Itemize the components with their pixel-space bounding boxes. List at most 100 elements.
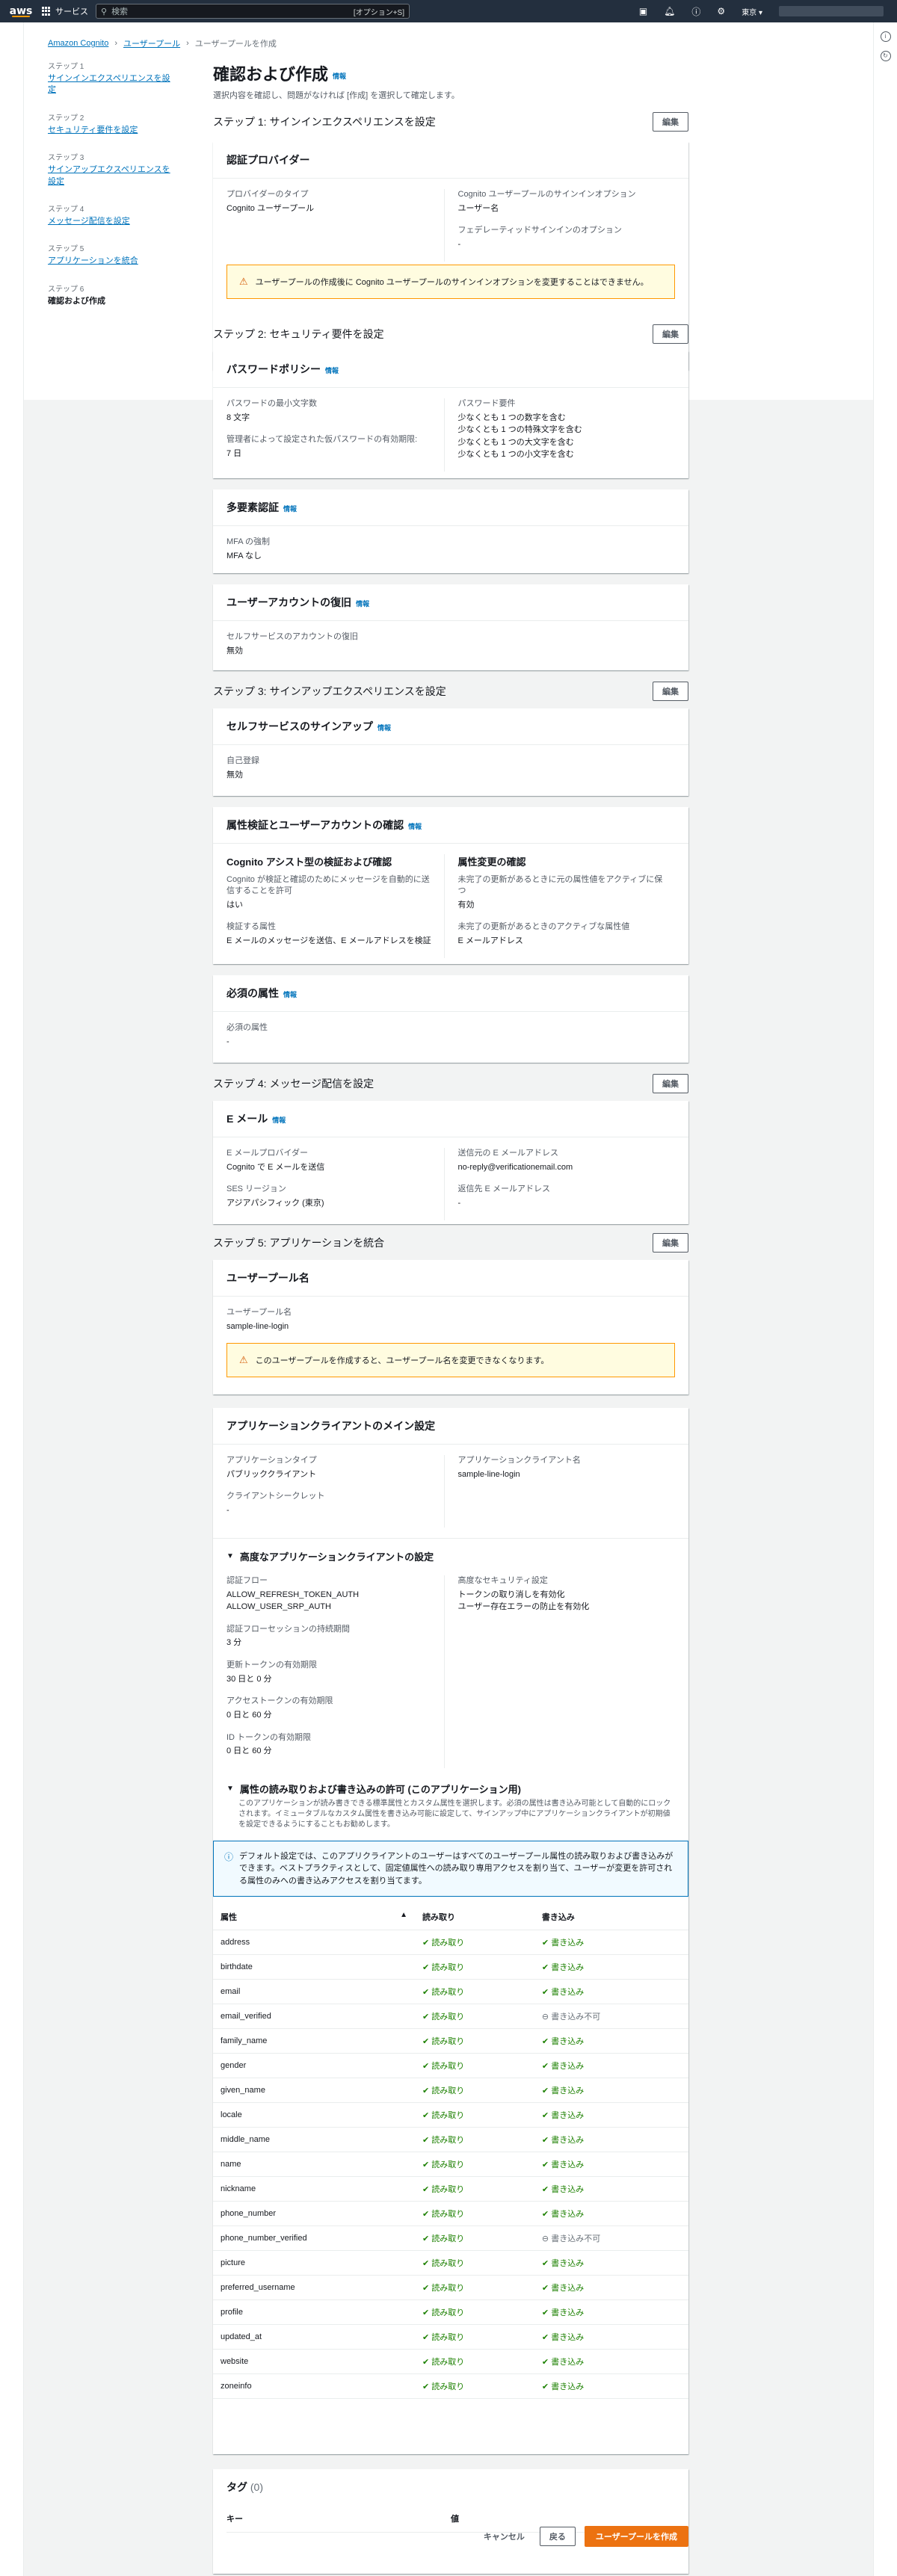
write-permission: ✔ 書き込み [534,2201,688,2227]
create-user-pool-button[interactable]: ユーザープールを作成 [584,2526,688,2547]
attribute-name: gender [213,2053,415,2079]
check-circle-icon: ✔ [422,2210,432,2220]
check-circle-icon: ✔ [541,2284,552,2294]
read-permission: ✔ 読み取り [415,2127,534,2153]
attribute-permissions-toggle[interactable]: ▼ 属性の読み取りおよび書き込みの許可 (このアプリケーション用) [226,1782,675,1796]
check-circle-icon: ✔ [541,2308,552,2318]
edit-step1-button[interactable]: 編集 [653,112,688,132]
check-circle-icon: ✔ [422,2185,432,2195]
write-permission: ✔ 書き込み [534,2349,688,2375]
info-link[interactable]: 情報 [377,724,391,732]
info-link[interactable]: 情報 [333,72,346,80]
table-row: phone_number ✔ 読み取り ✔ 書き込み [213,2201,688,2227]
read-permission: ✔ 読み取り [415,2053,534,2079]
info-link[interactable]: 情報 [283,991,297,998]
check-circle-icon: ✔ [422,2087,432,2096]
read-permission: ✔ 読み取り [415,2102,534,2128]
advanced-settings-toggle[interactable]: ▼ 高度なアプリケーションクライアントの設定 [226,1549,675,1563]
check-circle-icon: ✔ [422,2358,432,2367]
attribute-name: given_name [213,2078,415,2104]
edit-step3-button[interactable]: 編集 [653,682,688,701]
history-icon[interactable]: ↻ [880,51,891,61]
read-permission: ✔ 読み取り [415,2028,534,2054]
info-link[interactable]: 情報 [325,367,339,374]
edit-step4-button[interactable]: 編集 [653,1074,688,1093]
search-input[interactable]: ⚲ 検索 [オプション+S] [96,4,410,19]
read-permission: ✔ 読み取り [415,2176,534,2202]
table-row: email_verified ✔ 読み取り ⊖ 書き込み不可 [213,2004,688,2030]
left-rail [0,22,24,2576]
write-permission: ⊖ 書き込み不可 [534,2004,688,2030]
check-circle-icon: ✔ [422,2308,432,2318]
user-pool-name-card: ユーザープール名 ユーザープール名 sample-line-login ⚠ このユー… [213,1260,688,1394]
write-permission: ✔ 書き込み [534,2176,688,2202]
column-header-attribute[interactable]: 属性 ▲ [213,1904,415,1931]
help-icon[interactable]: ⓘ [691,5,700,18]
attribute-name: email_verified [213,2004,415,2030]
cloudshell-icon[interactable]: ▣ [639,6,647,16]
step-current-6: 確認および作成 [48,296,105,306]
read-permission: ✔ 読み取り [415,2349,534,2375]
write-permission: ✔ 書き込み [534,2078,688,2104]
attribute-name: email [213,1979,415,2005]
read-permission: ✔ 読み取り [415,2275,534,2301]
attribute-name: middle_name [213,2127,415,2153]
attribute-name: preferred_username [213,2275,415,2301]
breadcrumb-cognito[interactable]: Amazon Cognito [48,39,108,48]
check-circle-icon: ✔ [422,2111,432,2121]
info-link[interactable]: 情報 [356,600,369,608]
info-link[interactable]: 情報 [283,505,297,513]
search-icon: ⚲ [101,7,108,16]
read-permission: ✔ 読み取り [415,2078,534,2104]
write-permission: ✔ 書き込み [534,2102,688,2128]
region-selector[interactable]: 東京 ▾ [742,6,762,17]
check-circle-icon: ✔ [541,2087,552,2096]
app-client-card: アプリケーションクライアントのメイン設定 アプリケーションタイプ パブリッククライ… [213,1408,688,2454]
edit-step2-button[interactable]: 編集 [653,324,688,344]
check-circle-icon: ✔ [541,2037,552,2047]
read-permission: ✔ 読み取り [415,2373,534,2400]
attribute-name: updated_at [213,2324,415,2350]
self-signup-card: セルフサービスのサインアップ 情報 自己登録 無効 [213,708,688,796]
table-row: website ✔ 読み取り ✔ 書き込み [213,2349,688,2375]
table-row: nickname ✔ 読み取り ✔ 書き込み [213,2176,688,2202]
top-navigation: aws サービス ⚲ 検索 [オプション+S] ▣ 🔔︎ ⓘ ⚙ 東京 ▾ [0,0,897,22]
attribute-name: nickname [213,2176,415,2202]
step-link-3[interactable]: サインアップエクスペリエンスを設定 [48,164,175,188]
back-button[interactable]: 戻る [539,2527,576,2546]
account-menu[interactable] [779,6,884,16]
services-menu[interactable]: サービス [42,5,88,17]
step-link-2[interactable]: セキュリティ要件を設定 [48,125,175,136]
cancel-button[interactable]: キャンセル [478,2527,531,2546]
page-subtitle: 選択内容を確認し、問題がなければ [作成] を選択して確定します。 [213,91,460,100]
table-row: birthdate ✔ 読み取り ✔ 書き込み [213,1954,688,1980]
aws-logo[interactable]: aws [0,5,42,17]
breadcrumb-user-pools[interactable]: ユーザープール [123,37,180,49]
check-circle-icon: ✔ [541,2382,552,2392]
tags-card: タグ (0) キー 値 [213,2469,688,2574]
attribute-name: phone_number [213,2201,415,2227]
mfa-card: 多要素認証 情報 MFA の強制 MFA なし [213,489,688,573]
info-panel-icon[interactable]: i [880,31,891,42]
caret-down-icon: ▼ [226,1784,234,1793]
attribute-name: locale [213,2102,415,2128]
write-permission: ⊖ 書き込み不可 [534,2226,688,2252]
sort-up-icon[interactable]: ▲ [400,1911,407,1919]
info-link[interactable]: 情報 [408,823,422,830]
gear-icon[interactable]: ⚙ [717,6,725,16]
main-content: 確認および作成 情報 選択内容を確認し、問題がなければ [作成] を選択して確定し… [213,61,688,2574]
attribute-name: birthdate [213,1954,415,1980]
permissions-info-alert: ⓘ デフォルト設定では、このアプリクライアントのユーザーはすべてのユーザープール属… [213,1840,688,1897]
read-permission: ✔ 読み取り [415,2201,534,2227]
check-circle-icon: ✔ [422,1963,432,1973]
bell-icon[interactable]: 🔔︎ [664,6,675,16]
edit-step5-button[interactable]: 編集 [653,1233,688,1253]
step-link-5[interactable]: アプリケーションを統合 [48,256,175,267]
table-row: family_name ✔ 読み取り ✔ 書き込み [213,2028,688,2054]
step-link-4[interactable]: メッセージ配信を設定 [48,216,175,227]
check-circle-icon: ✔ [541,2111,552,2121]
info-link[interactable]: 情報 [272,1116,286,1124]
attribute-name: family_name [213,2028,415,2054]
check-circle-icon: ✔ [422,1939,432,1948]
step-link-1[interactable]: サインインエクスペリエンスを設定 [48,73,175,96]
